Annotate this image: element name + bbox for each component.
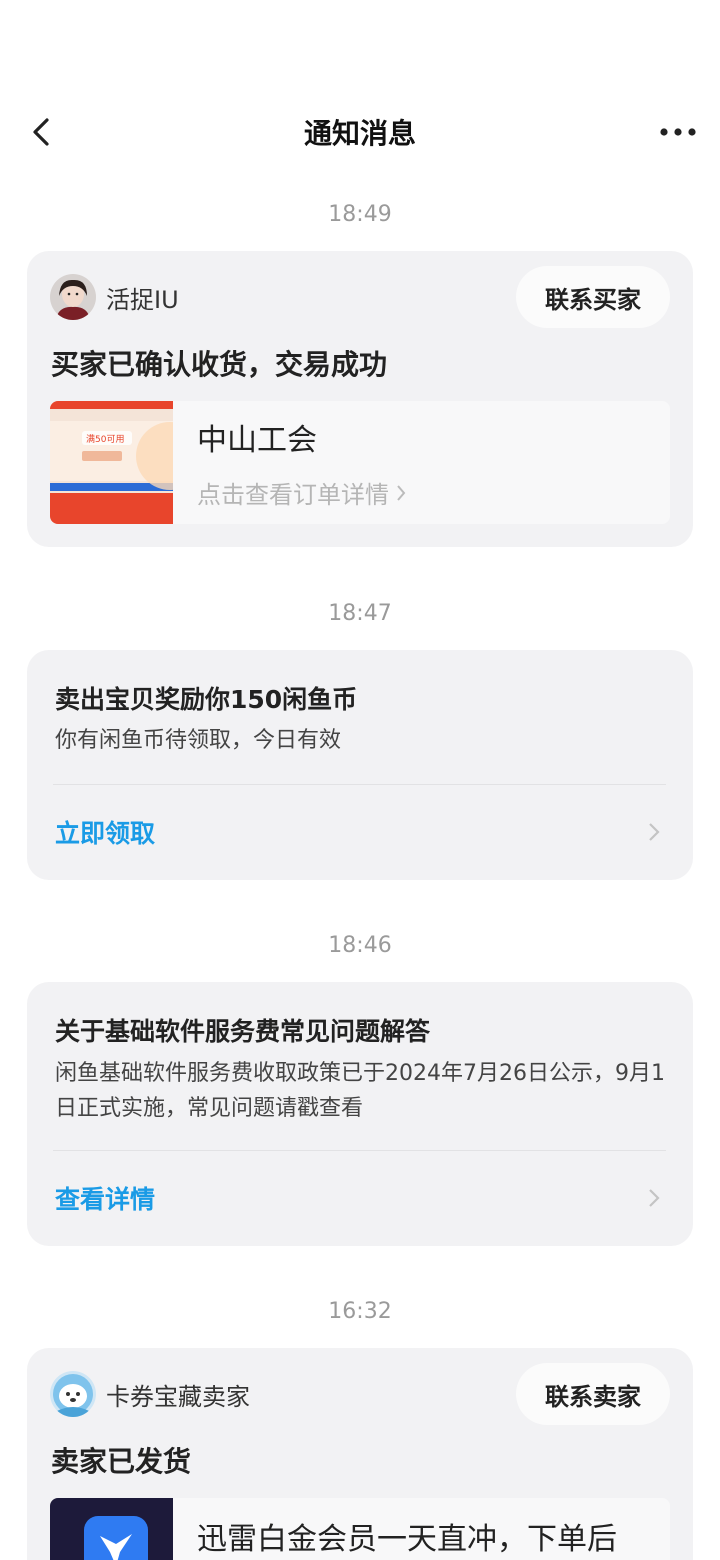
thumb-label: 满50可用	[86, 434, 124, 445]
contact-seller-button[interactable]: 联系卖家	[516, 1363, 670, 1425]
order-details-link[interactable]: 点击查看订单详情	[197, 475, 407, 510]
product-thumbnail[interactable]: 满50可用	[50, 401, 173, 524]
service-fee-notification-card[interactable]: 关于基础软件服务费常见问题解答 闲鱼基础软件服务费收取政策已于2024年7月26…	[27, 982, 693, 1246]
buyer-avatar[interactable]	[50, 274, 96, 320]
divider	[53, 784, 666, 785]
chevron-right-icon	[649, 1189, 660, 1207]
notice-title: 关于基础软件服务费常见问题解答	[55, 1017, 431, 1046]
order-status: 买家已确认收货，交易成功	[51, 348, 388, 381]
chevron-right-icon	[649, 823, 660, 841]
message-timestamp: 18:47	[328, 601, 392, 626]
buyer-name: 活捉IU	[106, 285, 179, 314]
notice-title: 卖出宝贝奖励你150闲鱼币	[55, 685, 358, 714]
message-timestamp: 18:46	[328, 933, 392, 958]
contact-buyer-button[interactable]: 联系买家	[516, 266, 670, 328]
product-thumbnail[interactable]	[50, 1498, 173, 1560]
shipping-notification-card[interactable]: 卡券宝藏卖家 联系卖家 卖家已发货 迅雷白金会员一天直冲，下单后	[27, 1348, 693, 1560]
view-details-label: 查看详情	[55, 1185, 156, 1214]
divider	[53, 1150, 666, 1151]
order-product-box[interactable]: 满50可用 中山工会 点击查看订单详情	[50, 401, 670, 524]
message-timestamp: 18:49	[328, 202, 392, 227]
product-name: 迅雷白金会员一天直冲，下单后	[197, 1522, 617, 1557]
chevron-right-icon	[397, 484, 406, 501]
claim-now-link[interactable]: 立即领取	[55, 810, 667, 854]
page-title: 通知消息	[303, 117, 416, 150]
order-status: 卖家已发货	[51, 1445, 192, 1478]
order-product-box[interactable]: 迅雷白金会员一天直冲，下单后	[50, 1498, 670, 1560]
seller-info[interactable]: 卡券宝藏卖家	[50, 1370, 250, 1418]
view-details-link[interactable]: 查看详情	[55, 1176, 667, 1220]
top-bar: 通知消息	[0, 100, 720, 164]
order-details-label: 点击查看订单详情	[197, 481, 389, 509]
seller-avatar[interactable]	[50, 1371, 96, 1417]
reward-notification-card[interactable]: 卖出宝贝奖励你150闲鱼币 你有闲鱼币待领取，今日有效 立即领取	[27, 650, 693, 880]
order-notification-card[interactable]: 活捉IU 联系买家 买家已确认收货，交易成功 满50可用 中山工会 点击查看订单…	[27, 251, 693, 547]
product-name: 中山工会	[197, 423, 317, 458]
buyer-info[interactable]: 活捉IU	[50, 273, 179, 321]
notice-description: 你有闲鱼币待领取，今日有效	[55, 728, 342, 753]
more-options-icon[interactable]	[658, 118, 698, 146]
claim-now-label: 立即领取	[55, 819, 156, 848]
message-timestamp: 16:32	[328, 1299, 392, 1324]
seller-name: 卡券宝藏卖家	[106, 1382, 250, 1411]
notice-description: 闲鱼基础软件服务费收取政策已于2024年7月26日公示，9月1日正式实施，常见问…	[55, 1061, 665, 1121]
